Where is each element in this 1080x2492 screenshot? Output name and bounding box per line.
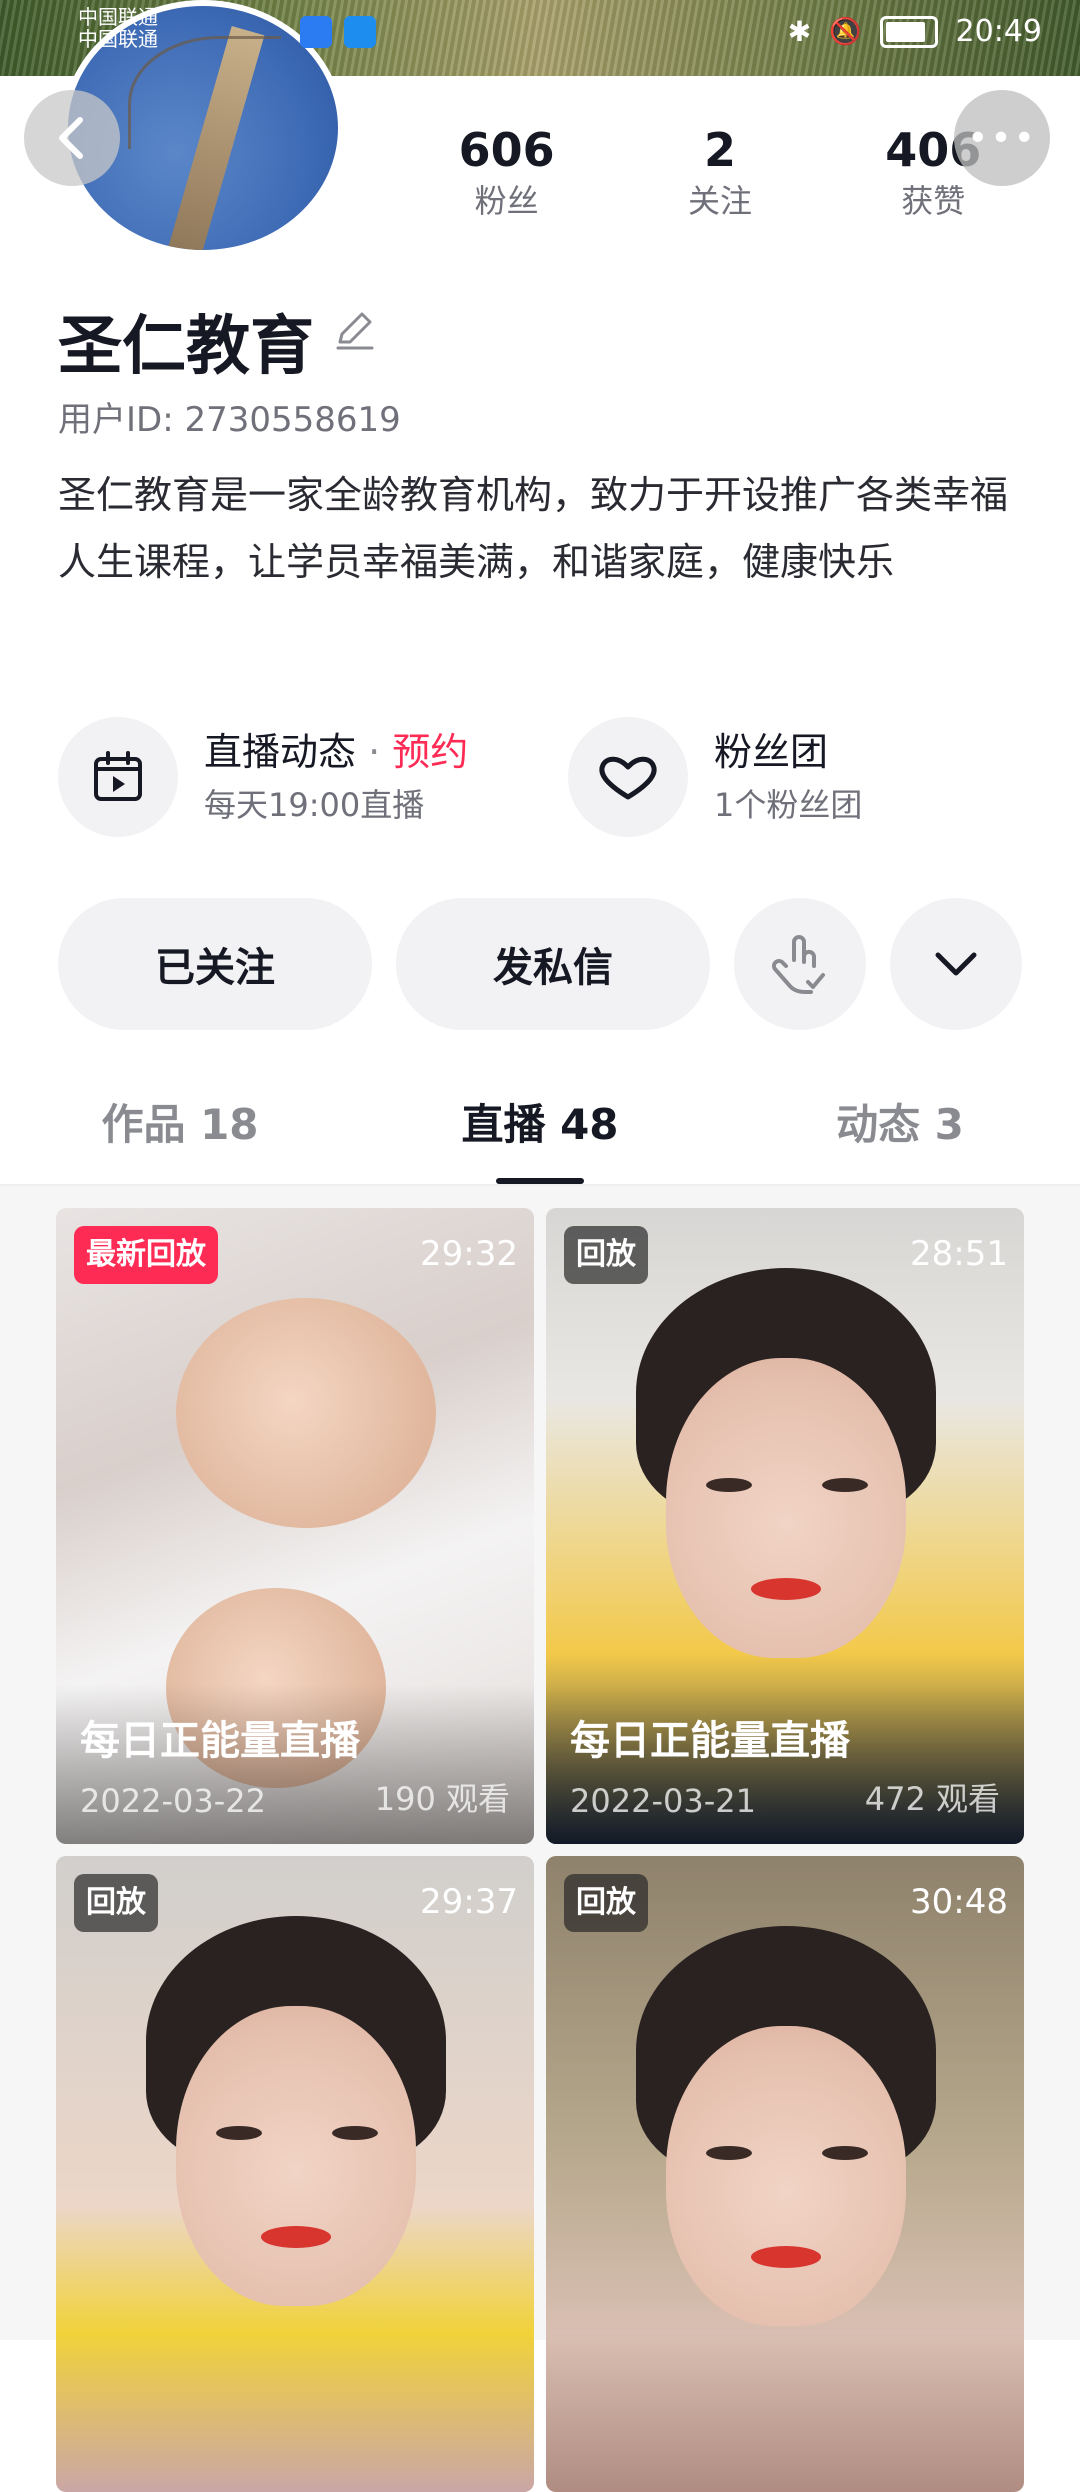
mute-icon: 🔕 — [829, 16, 862, 47]
tab-works[interactable]: 作品 18 — [0, 1080, 360, 1184]
hand-tap-icon — [772, 935, 825, 994]
stat-fans[interactable]: 606 粉丝 — [407, 120, 607, 222]
video-title: 每日正能量直播 — [570, 1718, 850, 1764]
chevron-down-icon — [935, 952, 977, 976]
replay-badge: 回放 — [564, 1226, 648, 1284]
video-title: 每日正能量直播 — [80, 1718, 360, 1764]
carrier-labels: 中国联通 中国联通 — [78, 6, 158, 50]
clock: 20:49 — [955, 14, 1042, 49]
gesture-button[interactable] — [734, 898, 866, 1030]
thumbnail-detail — [751, 2246, 821, 2268]
video-date: 2022-03-22 — [80, 1782, 266, 1820]
pencil-icon[interactable] — [332, 306, 378, 352]
more-dots-icon: ••• — [967, 117, 1037, 159]
tab-moments[interactable]: 动态 3 — [720, 1080, 1080, 1184]
thumbnail-detail — [706, 2146, 752, 2160]
live-schedule-sub: 每天19:00直播 — [204, 786, 425, 824]
video-card[interactable]: 最新回放 29:32 每日正能量直播 2022-03-22 190 观看 — [56, 1208, 534, 1844]
thumbnail-detail — [822, 2146, 868, 2160]
followed-button[interactable]: 已关注 — [58, 898, 372, 1030]
stat-label: 粉丝 — [474, 182, 539, 220]
user-id: 用户ID: 2730558619 — [58, 400, 401, 440]
video-card[interactable]: 回放 29:37 — [56, 1856, 534, 2492]
video-views: 190 观看 — [374, 1780, 510, 1818]
profile-stats: 606 粉丝 2 关注 406 获赞 — [400, 120, 1040, 222]
live-schedule-title: 直播动态 · 预约 — [204, 726, 468, 778]
heart-icon — [568, 717, 688, 837]
more-button[interactable]: ••• — [954, 90, 1050, 186]
stat-label: 获赞 — [901, 182, 966, 220]
thumbnail-detail — [751, 1578, 821, 1600]
thumbnail-detail — [706, 1478, 752, 1492]
video-duration: 30:48 — [910, 1882, 1008, 1922]
video-duration: 29:37 — [420, 1882, 518, 1922]
thumbnail-detail — [216, 2126, 262, 2140]
thumbnail-figure — [666, 2026, 906, 2326]
shield-icon — [300, 16, 332, 48]
fans-club-title: 粉丝团 — [714, 730, 829, 774]
live-schedule-item[interactable]: 直播动态 · 预约 每天19:00直播 — [58, 714, 468, 840]
replay-badge: 最新回放 — [74, 1226, 218, 1284]
fans-club-sub: 1个粉丝团 — [714, 786, 863, 824]
video-duration: 28:51 — [910, 1234, 1008, 1274]
reserve-link[interactable]: 预约 — [392, 730, 468, 774]
status-right: ✱ 🔕 20:49 — [788, 14, 1042, 49]
fans-club-item[interactable]: 粉丝团 1个粉丝团 — [568, 714, 862, 840]
live-title-text: 直播动态 — [204, 730, 357, 774]
video-duration: 29:32 — [420, 1234, 518, 1274]
stat-value: 606 — [458, 123, 555, 177]
stat-following[interactable]: 2 关注 — [620, 120, 820, 222]
video-card[interactable]: 回放 28:51 每日正能量直播 2022-03-21 472 观看 — [546, 1208, 1024, 1844]
calendar-play-icon — [58, 717, 178, 837]
chevron-left-icon — [59, 117, 83, 159]
thumbnail-figure — [176, 1298, 436, 1528]
status-bar: 中国联通 中国联通 ✱ 🔕 20:49 — [0, 0, 1080, 70]
thumbnail-detail — [822, 1478, 868, 1492]
separator: · — [356, 730, 393, 774]
carrier-2: 中国联通 — [78, 27, 158, 51]
stat-label: 关注 — [687, 182, 752, 220]
profile-bio: 圣仁教育是一家全龄教育机构，致力于开设推广各类幸福人生课程，让学员幸福美满，和谐… — [58, 473, 1009, 584]
thumbnail-figure — [666, 1358, 906, 1658]
live-replay-grid: 最新回放 29:32 每日正能量直播 2022-03-22 190 观看 回放 … — [56, 1208, 1024, 2492]
thumbnail-figure — [176, 2006, 416, 2306]
replay-badge: 回放 — [564, 1874, 648, 1932]
app-icon — [344, 16, 376, 48]
profile-tabs: 作品 18 直播 48 动态 3 — [0, 1080, 1080, 1186]
replay-badge: 回放 — [74, 1874, 158, 1932]
tab-live[interactable]: 直播 48 — [360, 1080, 720, 1184]
message-button[interactable]: 发私信 — [396, 898, 710, 1030]
video-card[interactable]: 回放 30:48 — [546, 1856, 1024, 2492]
status-icons — [300, 16, 376, 48]
thumbnail-detail — [332, 2126, 378, 2140]
expand-button[interactable] — [890, 898, 1022, 1030]
video-views: 472 观看 — [864, 1780, 1000, 1818]
stat-value: 2 — [703, 123, 736, 177]
profile-actions: 已关注 发私信 — [58, 898, 1022, 1030]
carrier-1: 中国联通 — [78, 5, 158, 29]
profile-name: 圣仁教育 — [58, 310, 314, 384]
thumbnail-detail — [261, 2226, 331, 2248]
bluetooth-icon: ✱ — [787, 15, 812, 48]
battery-icon — [879, 15, 938, 48]
video-date: 2022-03-21 — [570, 1782, 756, 1820]
back-button[interactable] — [24, 90, 120, 186]
